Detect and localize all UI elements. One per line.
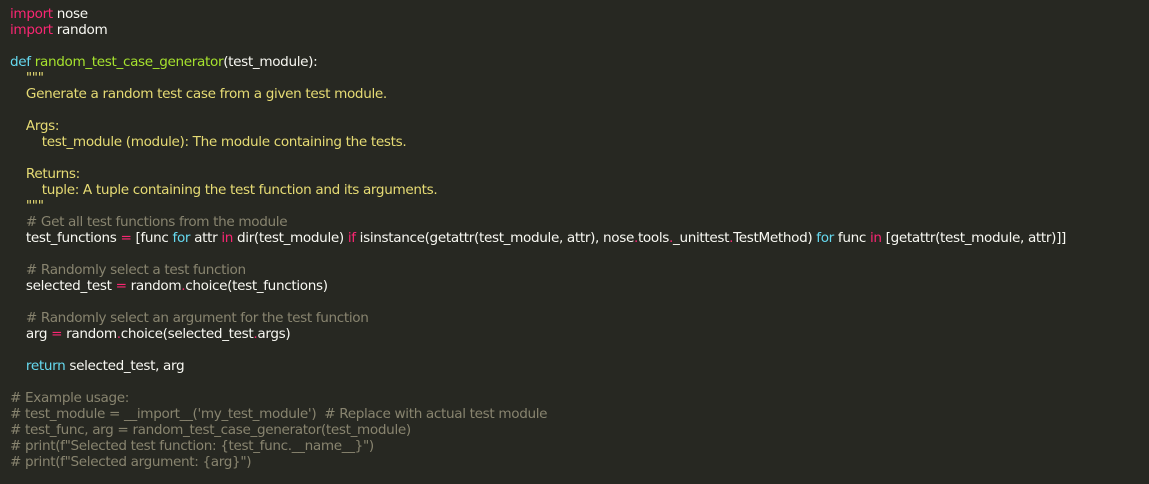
code-line[interactable]: [10, 102, 1149, 118]
code-token-kw2: return: [25, 358, 66, 374]
code-token-cmt: # Randomly select a test function: [10, 262, 246, 278]
code-line[interactable]: Returns:: [10, 166, 1149, 182]
code-token-cmt: # Get all test functions from the module: [10, 214, 288, 230]
code-token-cmt: # Randomly select an argument for the te…: [10, 310, 369, 326]
code-line[interactable]: [10, 294, 1149, 310]
code-token-plain: random: [126, 278, 182, 294]
code-token-plain: [func: [131, 230, 173, 246]
code-line[interactable]: [10, 342, 1149, 358]
code-token-str: tuple: A tuple containing the test funct…: [10, 182, 438, 198]
code-line[interactable]: # Randomly select a test function: [10, 262, 1149, 278]
code-line[interactable]: Args:: [10, 118, 1149, 134]
code-token-op: =: [115, 278, 127, 294]
code-token-plain: choice(test_functions): [185, 278, 328, 294]
code-token-kw: if: [347, 230, 356, 246]
code-line[interactable]: test_module (module): The module contain…: [10, 134, 1149, 150]
code-line[interactable]: # print(f"Selected test function: {test_…: [10, 438, 1149, 454]
code-token-op: =: [51, 326, 63, 342]
code-line[interactable]: arg = random.choice(selected_test.args): [10, 326, 1149, 342]
code-token-plain: selected_test, arg: [65, 358, 185, 374]
code-line[interactable]: # Get all test functions from the module: [10, 214, 1149, 230]
code-token-plain: _unittest: [673, 230, 730, 246]
code-token-cmt: # test_func, arg = random_test_case_gene…: [10, 422, 411, 438]
code-token-kw2: for: [816, 230, 834, 246]
code-token-plain: random: [62, 326, 117, 342]
code-token-plain: tools: [637, 230, 670, 246]
code-line[interactable]: # Example usage:: [10, 390, 1149, 406]
code-token-kw: in: [869, 230, 882, 246]
code-line[interactable]: def random_test_case_generator(test_modu…: [10, 54, 1149, 70]
code-token-plain: func: [833, 230, 870, 246]
code-line[interactable]: # test_module = __import__('my_test_modu…: [10, 406, 1149, 422]
code-line[interactable]: test_functions = [func for attr in dir(t…: [10, 230, 1149, 246]
code-token-cmt: # print(f"Selected test function: {test_…: [10, 438, 374, 454]
code-line[interactable]: """: [10, 70, 1149, 86]
code-line[interactable]: return selected_test, arg: [10, 358, 1149, 374]
code-line[interactable]: selected_test = random.choice(test_funct…: [10, 278, 1149, 294]
code-line[interactable]: [10, 38, 1149, 54]
code-token-plain: isinstance(getattr(test_module, attr), n…: [355, 230, 635, 246]
code-line[interactable]: Generate a random test case from a given…: [10, 86, 1149, 102]
code-line[interactable]: """: [10, 198, 1149, 214]
code-token-plain: selected_test: [10, 278, 116, 294]
code-line[interactable]: # Randomly select an argument for the te…: [10, 310, 1149, 326]
code-token-plain: [getattr(test_module, attr)]]: [881, 230, 1067, 246]
code-token-plain: arg: [10, 326, 52, 342]
code-token-kw: import: [10, 22, 53, 38]
code-token-plain: nose: [52, 6, 88, 22]
code-token-str: Generate a random test case from a given…: [10, 86, 387, 102]
code-line[interactable]: [10, 374, 1149, 390]
code-line[interactable]: [10, 150, 1149, 166]
code-line[interactable]: [10, 246, 1149, 262]
code-line[interactable]: # test_func, arg = random_test_case_gene…: [10, 422, 1149, 438]
code-token-cmt: # Example usage:: [10, 390, 130, 406]
code-token-kw2: for: [172, 230, 191, 246]
code-token-plain: attr: [190, 230, 222, 246]
code-token-str: """: [10, 70, 44, 86]
code-token-plain: dir(test_module): [233, 230, 348, 246]
code-token-plain: choice(selected_test: [120, 326, 254, 342]
code-token-cmt: # print(f"Selected argument: {arg}"): [10, 454, 252, 470]
code-editor[interactable]: import nose import random def random_test_…: [0, 0, 1149, 484]
code-token-str: test_module (module): The module contain…: [10, 134, 407, 150]
code-token-kw: import: [10, 6, 53, 22]
code-token-plain: random: [52, 22, 108, 38]
code-token-op: =: [120, 230, 132, 246]
code-line[interactable]: import nose: [10, 6, 1149, 22]
code-token-plain: test_functions: [10, 230, 121, 246]
code-token-kw: in: [221, 230, 234, 246]
code-token-str: """: [10, 198, 44, 214]
code-token-plain: args): [257, 326, 291, 342]
code-token-kw2: def: [10, 54, 31, 70]
code-token-str: Returns:: [10, 166, 80, 182]
code-token-plain: TestMethod): [733, 230, 817, 246]
code-line[interactable]: import random: [10, 22, 1149, 38]
code-token-fn: random_test_case_generator: [34, 54, 224, 70]
code-line[interactable]: tuple: A tuple containing the test funct…: [10, 182, 1149, 198]
code-token-str: Args:: [10, 118, 60, 134]
code-token-cmt: # test_module = __import__('my_test_modu…: [10, 406, 548, 422]
code-line[interactable]: # print(f"Selected argument: {arg}"): [10, 454, 1149, 470]
code-token-plain: (test_module):: [223, 54, 318, 70]
